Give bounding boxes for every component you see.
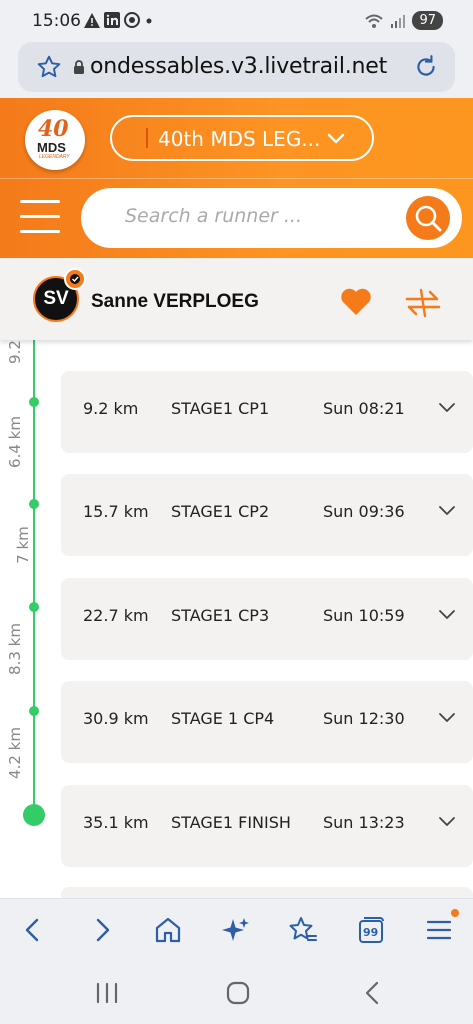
segment-label: 7 km bbox=[14, 526, 32, 564]
browser-bottom-nav: 99 bbox=[0, 898, 473, 960]
checkpoint-distance: 22.7 km bbox=[83, 606, 149, 625]
checkpoint-time: Sun 10:59 bbox=[323, 606, 405, 625]
event-select[interactable]: 40th MDS LEG... bbox=[110, 115, 374, 161]
site-header: 40 MDS LEGENDARY 40th MDS LEG... bbox=[0, 98, 473, 258]
checkpoint-row[interactable]: 30.9 km STAGE 1 CP4 Sun 12:30 bbox=[61, 681, 473, 763]
bookmark-star-icon[interactable] bbox=[36, 54, 62, 80]
chevron-down-icon[interactable] bbox=[438, 608, 456, 620]
chevron-down-icon[interactable] bbox=[438, 401, 456, 413]
checkpoint-name: STAGE1 CP2 bbox=[171, 502, 270, 521]
chevron-down-icon bbox=[327, 133, 345, 144]
checkpoint-dot bbox=[29, 499, 39, 509]
back-icon[interactable] bbox=[18, 915, 48, 945]
runner-name: Sanne VERPLOEG bbox=[91, 291, 259, 312]
tab-count: 99 bbox=[363, 926, 379, 939]
address-bar[interactable]: ondessables.v3.livetrail.net bbox=[18, 42, 455, 92]
logo-tagline: LEGENDARY bbox=[39, 154, 70, 160]
checkpoint-name: STAGE 1 CP4 bbox=[171, 709, 275, 728]
verified-badge-icon bbox=[64, 268, 86, 290]
warning-icon bbox=[84, 12, 100, 28]
checkpoint-time: Sun 08:21 bbox=[323, 399, 405, 418]
notification-dot bbox=[451, 909, 459, 917]
browser-toolbar: ondessables.v3.livetrail.net bbox=[0, 42, 473, 98]
forward-icon[interactable] bbox=[87, 915, 117, 945]
checkpoint-row[interactable]: 22.7 km STAGE1 CP3 Sun 10:59 bbox=[61, 578, 473, 660]
system-back-icon[interactable] bbox=[362, 981, 382, 1005]
sparkle-icon[interactable] bbox=[221, 915, 251, 945]
menu-line-icon bbox=[20, 200, 60, 203]
recent-apps-icon[interactable] bbox=[95, 982, 119, 1004]
checkpoint-name: STAGE1 FINISH bbox=[171, 813, 291, 832]
chevron-down-icon[interactable] bbox=[438, 504, 456, 516]
status-system-icons: 97 bbox=[364, 11, 443, 30]
checkpoint-time: Sun 09:36 bbox=[323, 502, 405, 521]
logo-number: 40 bbox=[38, 116, 69, 142]
home-button-icon[interactable] bbox=[226, 981, 250, 1005]
chevron-down-icon[interactable] bbox=[438, 815, 456, 827]
segment-label: 4.2 km bbox=[6, 727, 24, 779]
checkpoint-name: STAGE1 CP1 bbox=[171, 399, 270, 418]
checkpoint-dot bbox=[29, 602, 39, 612]
url-text[interactable]: ondessables.v3.livetrail.net bbox=[90, 54, 412, 79]
runner-search bbox=[81, 188, 462, 248]
search-icon bbox=[415, 205, 442, 232]
search-input[interactable] bbox=[125, 205, 385, 227]
segment-label: 6.4 km bbox=[6, 416, 24, 468]
chevron-down-icon[interactable] bbox=[438, 711, 456, 723]
battery-indicator: 97 bbox=[412, 11, 443, 30]
home-icon[interactable] bbox=[153, 915, 183, 945]
checkpoint-distance: 9.2 km bbox=[83, 399, 139, 418]
reload-icon[interactable] bbox=[413, 54, 439, 80]
checkpoint-row[interactable]: 35.1 km STAGE1 FINISH Sun 13:23 bbox=[61, 785, 473, 867]
bookmarks-icon[interactable] bbox=[288, 915, 318, 945]
system-nav-bar bbox=[0, 960, 473, 1024]
status-notification-icons bbox=[84, 12, 154, 28]
tabs-button[interactable]: 99 bbox=[356, 915, 386, 945]
checkpoint-row[interactable]: 9.2 km STAGE1 CP1 Sun 08:21 bbox=[61, 371, 473, 453]
heart-icon[interactable] bbox=[340, 288, 372, 316]
checkpoint-name: STAGE1 CP3 bbox=[171, 606, 270, 625]
checkpoint-distance: 30.9 km bbox=[83, 709, 149, 728]
lock-icon bbox=[74, 60, 84, 74]
signal-icon bbox=[391, 14, 406, 28]
checkpoint-distance: 15.7 km bbox=[83, 502, 149, 521]
segment-label: 8.3 km bbox=[6, 623, 24, 675]
checkpoint-time: Sun 13:23 bbox=[323, 813, 405, 832]
hamburger-menu-button[interactable] bbox=[20, 200, 60, 234]
runner-bar: SV Sanne VERPLOEG bbox=[0, 258, 473, 340]
event-select-label: 40th MDS LEG... bbox=[158, 127, 321, 151]
linkedin-icon bbox=[104, 12, 120, 28]
checkpoint-dot bbox=[29, 397, 39, 407]
logo-brand: MDS bbox=[37, 140, 66, 155]
wifi-icon bbox=[365, 14, 384, 28]
event-color-bar bbox=[146, 128, 148, 148]
search-button[interactable] bbox=[406, 196, 450, 240]
dot-icon bbox=[146, 18, 152, 24]
checkpoint-time: Sun 12:30 bbox=[323, 709, 405, 728]
compare-icon[interactable] bbox=[404, 288, 442, 318]
status-bar: 15:06 97 bbox=[0, 0, 473, 42]
menu-line-icon bbox=[20, 230, 60, 233]
checkpoint-distance: 35.1 km bbox=[83, 813, 149, 832]
chrome-icon bbox=[124, 12, 140, 28]
header-divider bbox=[0, 178, 473, 179]
finish-dot bbox=[23, 804, 45, 826]
menu-line-icon bbox=[20, 215, 60, 218]
timeline-line bbox=[33, 340, 35, 816]
menu-icon[interactable] bbox=[424, 915, 454, 945]
checkpoint-row[interactable]: 15.7 km STAGE1 CP2 Sun 09:36 bbox=[61, 474, 473, 556]
mds-logo[interactable]: 40 MDS LEGENDARY bbox=[25, 110, 85, 170]
checkpoint-dot bbox=[29, 706, 39, 716]
status-time: 15:06 bbox=[32, 11, 81, 31]
